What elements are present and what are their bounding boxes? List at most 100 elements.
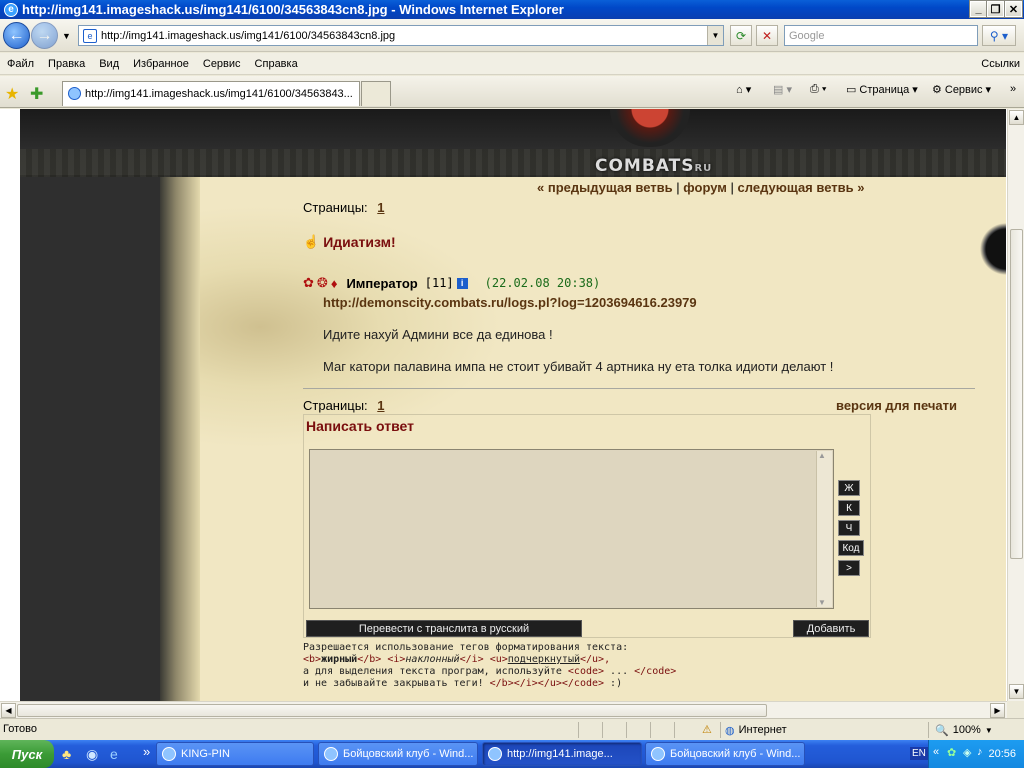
page-1-link[interactable]: 1 xyxy=(377,398,384,413)
print-version-link[interactable]: версия для печати xyxy=(836,398,957,413)
vertical-scrollbar[interactable]: ▲ ▼ xyxy=(1007,109,1024,701)
horizontal-scrollbar[interactable]: ◀ ▶ xyxy=(0,701,1007,718)
align-icon[interactable]: ❂ xyxy=(317,275,328,291)
tray-expand-icon[interactable]: « xyxy=(933,746,939,758)
vertical-scroll-thumb[interactable] xyxy=(1010,229,1023,559)
tray-icon-3[interactable]: ♪ xyxy=(977,746,983,758)
scroll-right-icon[interactable]: ▶ xyxy=(990,703,1005,718)
rank-icon[interactable]: ♦ xyxy=(331,276,338,291)
print-icon[interactable]: ⎙ ▾ xyxy=(810,83,826,96)
submit-button[interactable]: Добавить xyxy=(793,620,869,637)
nav-separator: | xyxy=(676,180,680,195)
textarea-scrollbar[interactable]: ▲ ▼ xyxy=(816,451,832,607)
task-icon xyxy=(324,747,338,761)
minimize-button[interactable]: _ xyxy=(969,0,988,18)
tray-icon-2[interactable]: ◈ xyxy=(963,746,971,759)
add-favorite-icon[interactable]: ✚ xyxy=(30,84,43,104)
start-button[interactable]: Пуск xyxy=(0,740,54,768)
tab-current[interactable]: http://img141.imageshack.us/img141/6100/… xyxy=(62,81,360,106)
task-combats-2[interactable]: Бойцовский клуб - Wind... xyxy=(645,742,805,766)
prev-thread-link[interactable]: « предыдущая ветвь xyxy=(537,180,673,195)
forum-link[interactable]: форум xyxy=(683,180,727,195)
tray-icon-1[interactable]: ✿ xyxy=(947,746,956,759)
right-decoration xyxy=(980,204,1006,294)
tag-code-close: </code> xyxy=(634,666,677,677)
quote-button[interactable]: > xyxy=(838,560,860,576)
italic-button[interactable]: К xyxy=(838,500,860,516)
task-label: http://img141.image... xyxy=(507,748,613,760)
search-input[interactable]: Google xyxy=(784,25,978,46)
taskbar: Пуск ♣ ◉ e » KING-PIN Бойцовский клуб - … xyxy=(0,740,1024,768)
globe-icon: ◍ xyxy=(725,724,735,737)
reply-textarea[interactable] xyxy=(309,449,834,609)
translit-button[interactable]: Перевести с транслита в русский xyxy=(306,620,582,637)
tag-u-open: <u> xyxy=(489,654,508,665)
address-dropdown-icon[interactable]: ▼ xyxy=(707,26,723,45)
favorites-star-icon[interactable]: ★ xyxy=(5,84,19,104)
post-log-link[interactable]: http://demonscity.combats.ru/logs.pl?log… xyxy=(323,295,697,310)
menu-help[interactable]: Справка xyxy=(248,58,305,70)
help-dots: ... xyxy=(604,666,635,677)
divider xyxy=(303,388,975,389)
address-text: http://img141.imageshack.us/img141/6100/… xyxy=(101,29,396,42)
quicklaunch-more-icon[interactable]: » xyxy=(143,744,150,759)
task-combats-1[interactable]: Бойцовский клуб - Wind... xyxy=(318,742,478,766)
scroll-up-icon[interactable]: ▲ xyxy=(1009,110,1024,125)
task-imageshack[interactable]: http://img141.image... xyxy=(482,742,642,766)
post-header: ✿ ❂ ♦ Император [11] i (22.02.08 20:38) xyxy=(303,275,600,291)
address-row: ← → ▼ e http://img141.imageshack.us/img1… xyxy=(0,19,1024,52)
refresh-icon[interactable]: ⟳ xyxy=(730,25,752,46)
feeds-icon[interactable]: ▤ ▾ xyxy=(773,83,792,96)
quicklaunch-icon-1[interactable]: ♣ xyxy=(62,746,71,762)
history-dropdown-icon[interactable]: ▼ xyxy=(62,31,71,41)
close-button[interactable]: ✕ xyxy=(1004,0,1023,18)
horizontal-scroll-thumb[interactable] xyxy=(17,704,767,717)
home-icon[interactable]: ⌂ ▾ xyxy=(736,83,751,96)
new-tab-button[interactable] xyxy=(361,81,391,106)
status-cell xyxy=(602,722,626,738)
banner-stripe xyxy=(20,149,1006,177)
bold-button[interactable]: Ж xyxy=(838,480,860,496)
status-cell xyxy=(578,722,602,738)
tools-menu[interactable]: ⚙ Сервис ▾ xyxy=(932,83,991,97)
clan-icon[interactable]: ✿ xyxy=(303,275,314,291)
language-indicator[interactable]: EN xyxy=(910,747,928,760)
back-button[interactable]: ← xyxy=(3,22,30,49)
zoom-control[interactable]: 🔍 100% ▼ xyxy=(928,722,1018,738)
address-field[interactable]: e http://img141.imageshack.us/img141/610… xyxy=(78,25,724,46)
scroll-down-icon[interactable]: ▼ xyxy=(1009,684,1024,699)
task-king-pin[interactable]: KING-PIN xyxy=(156,742,314,766)
protected-mode-icon[interactable]: ⚠ xyxy=(702,723,712,736)
quicklaunch-icon-2[interactable]: ◉ xyxy=(86,746,98,763)
thread-title: Идиатизм! xyxy=(323,234,396,250)
search-icon[interactable]: ⚲ ▾ xyxy=(982,25,1016,46)
site-banner: COMBATSRU xyxy=(20,109,1006,177)
site-logo[interactable]: COMBATSRU xyxy=(595,156,712,176)
textarea-scroll-down-icon[interactable]: ▼ xyxy=(818,598,826,607)
page-menu[interactable]: ▭ Страница ▾ xyxy=(846,83,918,97)
clock: 20:56 xyxy=(988,748,1016,760)
next-thread-link[interactable]: следующая ветвь » xyxy=(738,180,865,195)
scroll-left-icon[interactable]: ◀ xyxy=(1,703,16,718)
menu-file[interactable]: Файл xyxy=(0,58,41,70)
textarea-scroll-up-icon[interactable]: ▲ xyxy=(818,451,826,460)
underline-button[interactable]: Ч xyxy=(838,520,860,536)
tag-i-close: </i> xyxy=(459,654,484,665)
page-menu-icon: ▭ xyxy=(846,84,857,96)
more-commands-icon[interactable]: » xyxy=(1010,83,1016,95)
help-line-2: <b>жирный</b> <i>наклонный</i> <u>подчер… xyxy=(303,654,676,666)
stop-icon[interactable]: ✕ xyxy=(756,25,778,46)
menu-view[interactable]: Вид xyxy=(92,58,126,70)
links-label[interactable]: Ссылки xyxy=(974,58,1024,70)
maximize-button[interactable]: ❐ xyxy=(986,0,1005,18)
tag-u-text: подчеркнутый xyxy=(507,654,580,665)
menu-favorites[interactable]: Избранное xyxy=(126,58,196,70)
tag-code-open: <code> xyxy=(567,666,605,677)
forward-button[interactable]: → xyxy=(31,22,58,49)
code-button[interactable]: Код xyxy=(838,540,864,556)
page-1-link[interactable]: 1 xyxy=(377,200,384,215)
info-icon[interactable]: i xyxy=(456,277,468,289)
quicklaunch-ie-icon[interactable]: e xyxy=(110,746,118,762)
menu-edit[interactable]: Правка xyxy=(41,58,92,70)
menu-tools[interactable]: Сервис xyxy=(196,58,248,70)
